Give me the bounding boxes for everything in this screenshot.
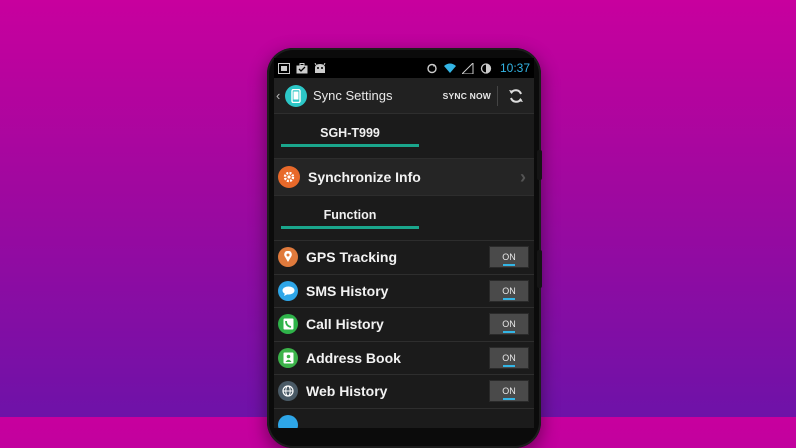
action-bar: ‹ Sync Settings SYNC NOW <box>274 78 534 114</box>
device-section: SGH-T999 <box>274 114 534 159</box>
function-row-call-history[interactable]: Call History ON <box>274 308 534 342</box>
refresh-icon[interactable] <box>498 88 534 104</box>
function-label: Call History <box>306 316 384 333</box>
function-label: SMS History <box>306 282 389 299</box>
synchronize-info-row[interactable]: Synchronize Info › <box>274 159 534 196</box>
page-title: Sync Settings <box>313 88 393 103</box>
back-chevron-icon[interactable]: ‹ <box>276 88 283 103</box>
function-heading: Function <box>281 204 419 229</box>
address-book-toggle[interactable]: ON <box>489 346 529 369</box>
location-icon <box>278 247 298 268</box>
function-row-gps-tracking[interactable]: GPS Tracking ON <box>274 241 534 275</box>
phone-icon[interactable] <box>285 84 307 107</box>
chat-icon <box>278 280 298 301</box>
clock: 10:37 <box>499 61 530 75</box>
contacts-icon <box>278 347 298 368</box>
device-name: SGH-T999 <box>281 122 419 147</box>
web-history-toggle[interactable]: ON <box>489 380 529 403</box>
sync-status-icon <box>427 63 437 73</box>
function-label: Web History <box>306 383 388 400</box>
function-row-partial <box>274 409 534 428</box>
sync-now-button[interactable]: SYNC NOW <box>437 91 497 101</box>
function-section: Function <box>274 196 534 241</box>
phone-screen: 10:37 ‹ Sync Settings SYNC NOW SGH-T999 <box>274 58 534 428</box>
briefcase-icon <box>296 62 308 73</box>
chevron-right-icon: › <box>520 166 526 187</box>
globe-icon <box>278 381 298 402</box>
function-label: Address Book <box>306 349 401 366</box>
gear-icon <box>278 166 300 188</box>
android-icon <box>314 62 326 73</box>
volume-button <box>537 150 542 180</box>
battery-icon <box>480 62 492 74</box>
gps-tracking-toggle[interactable]: ON <box>489 246 529 269</box>
wifi-icon <box>443 63 456 73</box>
phone-glyph-icon <box>291 88 301 103</box>
function-row-web-history[interactable]: Web History ON <box>274 375 534 409</box>
synchronize-info-label: Synchronize Info <box>308 169 421 185</box>
function-row-address-book[interactable]: Address Book ON <box>274 342 534 375</box>
power-button <box>537 250 542 288</box>
sms-history-toggle[interactable]: ON <box>489 279 529 302</box>
function-label: GPS Tracking <box>306 249 398 266</box>
phone-call-icon <box>278 314 298 335</box>
function-row-sms-history[interactable]: SMS History ON <box>274 275 534 308</box>
status-bar: 10:37 <box>274 58 534 78</box>
signal-icon <box>461 62 474 74</box>
screenshot-icon <box>278 62 290 74</box>
call-history-toggle[interactable]: ON <box>489 313 529 336</box>
